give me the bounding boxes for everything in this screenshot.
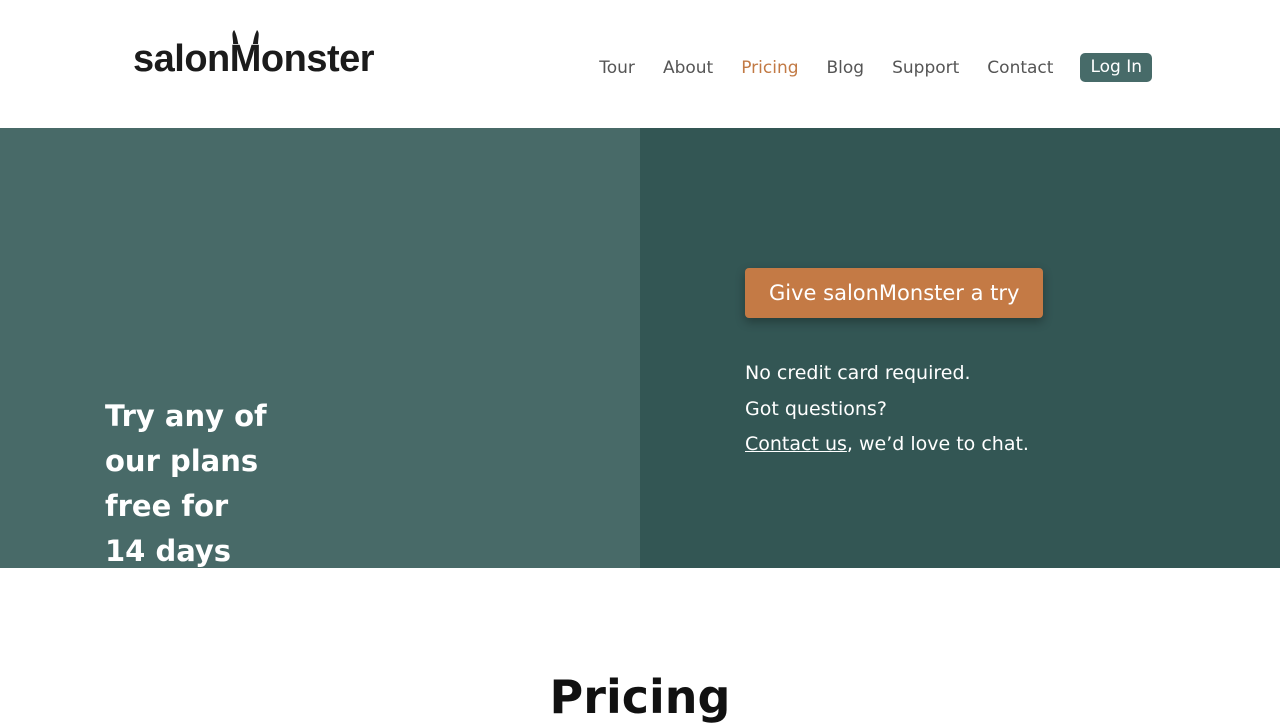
logo-text-m: M xyxy=(229,38,262,80)
login-button[interactable]: Log In xyxy=(1080,53,1152,82)
no-credit-card-text: No credit card required. xyxy=(745,362,971,384)
hero-right-panel: Give salonMonster a try No credit card r… xyxy=(640,128,1280,568)
hero-left-panel: Try any of our plans free for 14 days xyxy=(0,128,640,568)
hero-headline: Try any of our plans free for 14 days xyxy=(105,399,267,568)
salonmonster-logo[interactable]: salon M onster xyxy=(133,30,375,80)
nav-support[interactable]: Support xyxy=(892,58,959,78)
nav-about[interactable]: About xyxy=(663,58,713,78)
main-nav: Tour About Pricing Blog Support Contact … xyxy=(599,53,1152,82)
contact-suffix-text: , we’d love to chat. xyxy=(846,433,1029,455)
hero-section: Try any of our plans free for 14 days Gi… xyxy=(0,128,1280,568)
horns-icon xyxy=(232,30,259,44)
contact-line: Contact us, we’d love to chat. xyxy=(745,427,1029,463)
try-salonmonster-button[interactable]: Give salonMonster a try xyxy=(745,268,1044,318)
nav-tour[interactable]: Tour xyxy=(599,58,635,78)
site-header: salon M onster Tour About Pricing Blog S… xyxy=(0,0,1280,128)
pricing-title: Pricing xyxy=(549,670,731,724)
hero-info-text: No credit card required. Got questions? … xyxy=(745,356,1029,463)
got-questions-text: Got questions? xyxy=(745,397,887,420)
logo-text-onster: onster xyxy=(260,38,375,80)
nav-blog[interactable]: Blog xyxy=(827,58,865,78)
pricing-section: Pricing xyxy=(0,568,1280,724)
logo-text-salon: salon xyxy=(133,38,230,80)
nav-contact[interactable]: Contact xyxy=(987,58,1053,78)
nav-pricing[interactable]: Pricing xyxy=(741,58,798,78)
contact-us-link[interactable]: Contact us xyxy=(745,433,847,455)
logo-monster-m: M xyxy=(229,30,262,80)
